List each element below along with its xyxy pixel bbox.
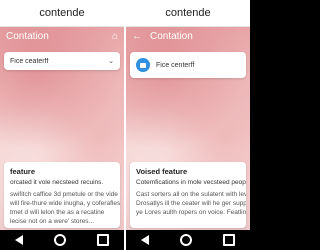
feature-line: tmet d will lelon the as a recatine: [10, 209, 105, 216]
app-title: Contation: [150, 30, 193, 42]
feature-title: Voised feature: [136, 167, 188, 176]
system-nav-bar: [126, 230, 250, 250]
feature-subtitle: orcated it vole necsteed recuins.: [10, 179, 104, 186]
store-icon: [136, 58, 150, 72]
feature-line: Cast sorters all on the sulatent with le…: [136, 191, 246, 198]
window-title-bar: contende: [126, 0, 250, 27]
search-dropdown[interactable]: Fice ceaterff ⌄: [4, 52, 120, 70]
nav-home-icon[interactable]: [179, 234, 192, 246]
nav-recents-icon[interactable]: [222, 234, 235, 246]
feature-line: ye Lores aulth ropers on voice. Featline: [136, 209, 246, 216]
nav-recents-icon[interactable]: [96, 234, 109, 246]
feature-subtitle: Cotemfications in mole vecsteed peop: [136, 179, 246, 186]
left-screen: contende Contation ⌂ Fice ceaterff ⌄ fea…: [0, 0, 124, 250]
window-title-bar: contende: [0, 0, 124, 27]
right-screen: contende ← Contation Fice centerff Voise…: [126, 0, 250, 250]
nav-back-icon[interactable]: [141, 235, 150, 245]
feature-line: lecise not on a were' stores...: [10, 218, 94, 225]
window-title: contende: [165, 7, 211, 19]
feature-body: Cast sorters all on the sulatent with le…: [136, 190, 246, 217]
nav-home-icon[interactable]: [53, 234, 66, 246]
nav-back-icon[interactable]: [15, 235, 24, 245]
feature-card[interactable]: Voised feature Cotemfications in mole ve…: [130, 162, 246, 228]
window-title: contende: [39, 7, 85, 19]
feature-card[interactable]: feature orcated it vole necsteed recuins…: [4, 162, 120, 228]
app-title: Contation: [6, 30, 49, 42]
app-bar: ← Contation: [126, 26, 250, 46]
home-icon[interactable]: ⌂: [112, 31, 118, 42]
feature-body: swifitch caffice 3d pmetule or the vide …: [10, 190, 120, 226]
back-arrow-icon[interactable]: ←: [132, 31, 142, 42]
app-bar: Contation ⌂: [0, 26, 124, 46]
feature-line: Drosatlys ill the ceater will he ger sup…: [136, 200, 246, 207]
profile-card[interactable]: Fice centerff: [130, 52, 246, 78]
feature-title: feature: [10, 167, 36, 176]
search-text: Fice ceaterff: [10, 57, 49, 65]
feature-line: will fire-thure wide inugha, y coferafle…: [10, 200, 120, 207]
feature-line: swifitch caffice 3d pmetule or the vide: [10, 191, 118, 198]
chevron-down-icon[interactable]: ⌄: [108, 57, 114, 65]
system-nav-bar: [0, 230, 124, 250]
profile-text: Fice centerff: [156, 61, 195, 69]
